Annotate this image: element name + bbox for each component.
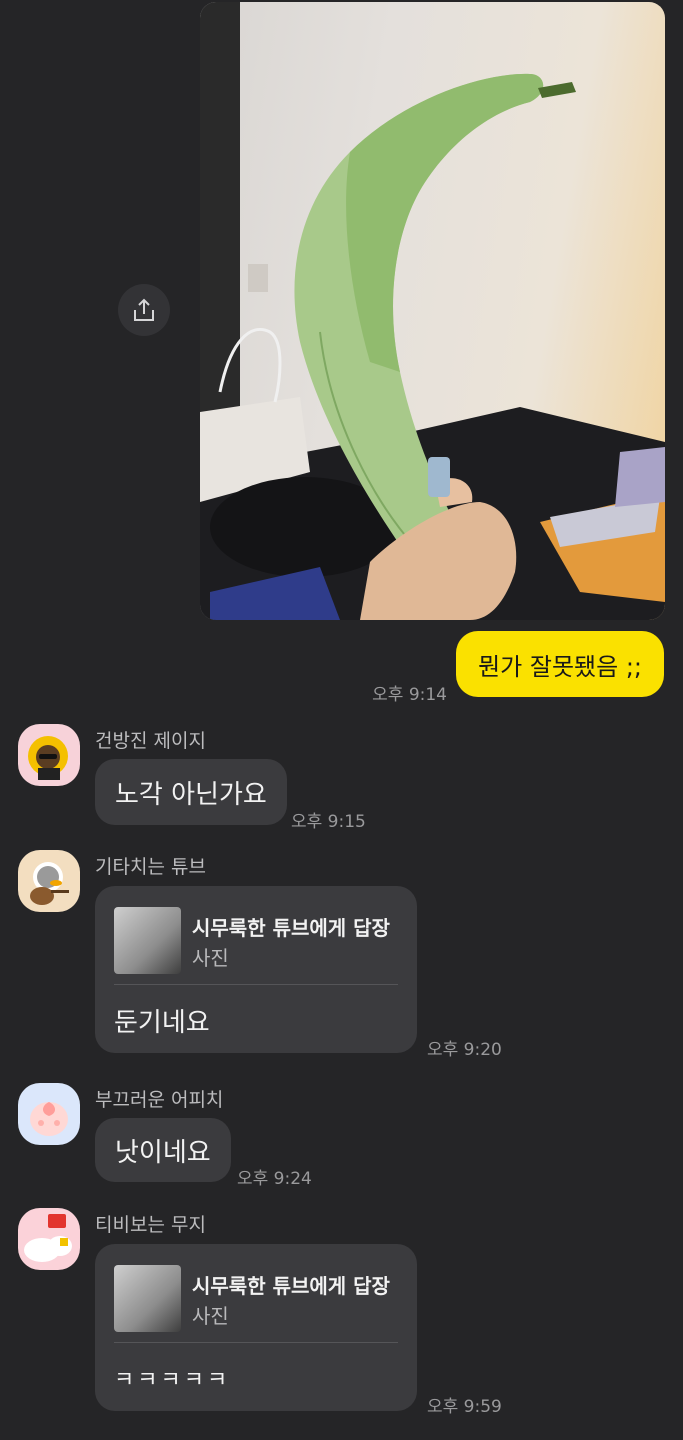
share-icon xyxy=(134,298,154,321)
message-time: 오후 9:24 xyxy=(237,1169,312,1189)
sender-name: 기타치는 튜브 xyxy=(95,856,206,878)
reply-type: 사진 xyxy=(192,946,229,970)
avatar-tube-illustration xyxy=(30,862,69,905)
message-text: 둔기네요 xyxy=(114,1008,210,1038)
message-time: 오후 9:15 xyxy=(291,812,366,832)
sender-name: 부끄러운 어피치 xyxy=(95,1089,224,1111)
reply-photo-thumbnail[interactable] xyxy=(114,907,181,974)
message-text: 노각 아닌가요 xyxy=(115,779,267,810)
avatar-tube-guitar[interactable] xyxy=(18,850,80,912)
my-message-bubble[interactable]: 뭔가 잘못됐음 ;; xyxy=(456,631,664,697)
avatar-muzi-illustration xyxy=(24,1214,72,1262)
reply-divider xyxy=(114,1342,398,1343)
share-button[interactable] xyxy=(118,284,170,336)
reply-message-bubble[interactable]: 시무룩한 튜브에게 답장 사진 둔기네요 xyxy=(95,886,417,1053)
message-bubble[interactable]: 낫이네요 xyxy=(95,1118,231,1182)
message-text: ㅋㅋㅋㅋㅋ xyxy=(114,1368,231,1393)
sender-name: 건방진 제이지 xyxy=(95,730,206,752)
reply-photo-thumbnail[interactable] xyxy=(114,1265,181,1332)
message-bubble[interactable]: 노각 아닌가요 xyxy=(95,759,287,825)
avatar-apeach-illustration xyxy=(30,1102,68,1136)
my-message-text: 뭔가 잘못됐음 ;; xyxy=(478,652,642,681)
message-time: 오후 9:20 xyxy=(427,1040,502,1060)
message-time: 오후 9:59 xyxy=(427,1397,502,1417)
avatar-jay-g[interactable] xyxy=(18,724,80,786)
sender-name: 티비보는 무지 xyxy=(95,1214,206,1236)
reply-target: 시무룩한 튜브에게 답장 xyxy=(192,1274,390,1298)
reply-divider xyxy=(114,984,398,985)
reply-type: 사진 xyxy=(192,1304,229,1328)
message-text: 낫이네요 xyxy=(115,1137,211,1168)
reply-target: 시무룩한 튜브에게 답장 xyxy=(192,916,390,940)
avatar-muzi-tv[interactable] xyxy=(18,1208,80,1270)
shared-photo[interactable] xyxy=(200,2,665,620)
reply-message-bubble[interactable]: 시무룩한 튜브에게 답장 사진 ㅋㅋㅋㅋㅋ xyxy=(95,1244,417,1411)
my-message-time: 오후 9:14 xyxy=(372,685,447,705)
avatar-apeach[interactable] xyxy=(18,1083,80,1145)
cucumber-photo xyxy=(200,2,665,620)
avatar-jay-g-illustration xyxy=(28,736,68,780)
